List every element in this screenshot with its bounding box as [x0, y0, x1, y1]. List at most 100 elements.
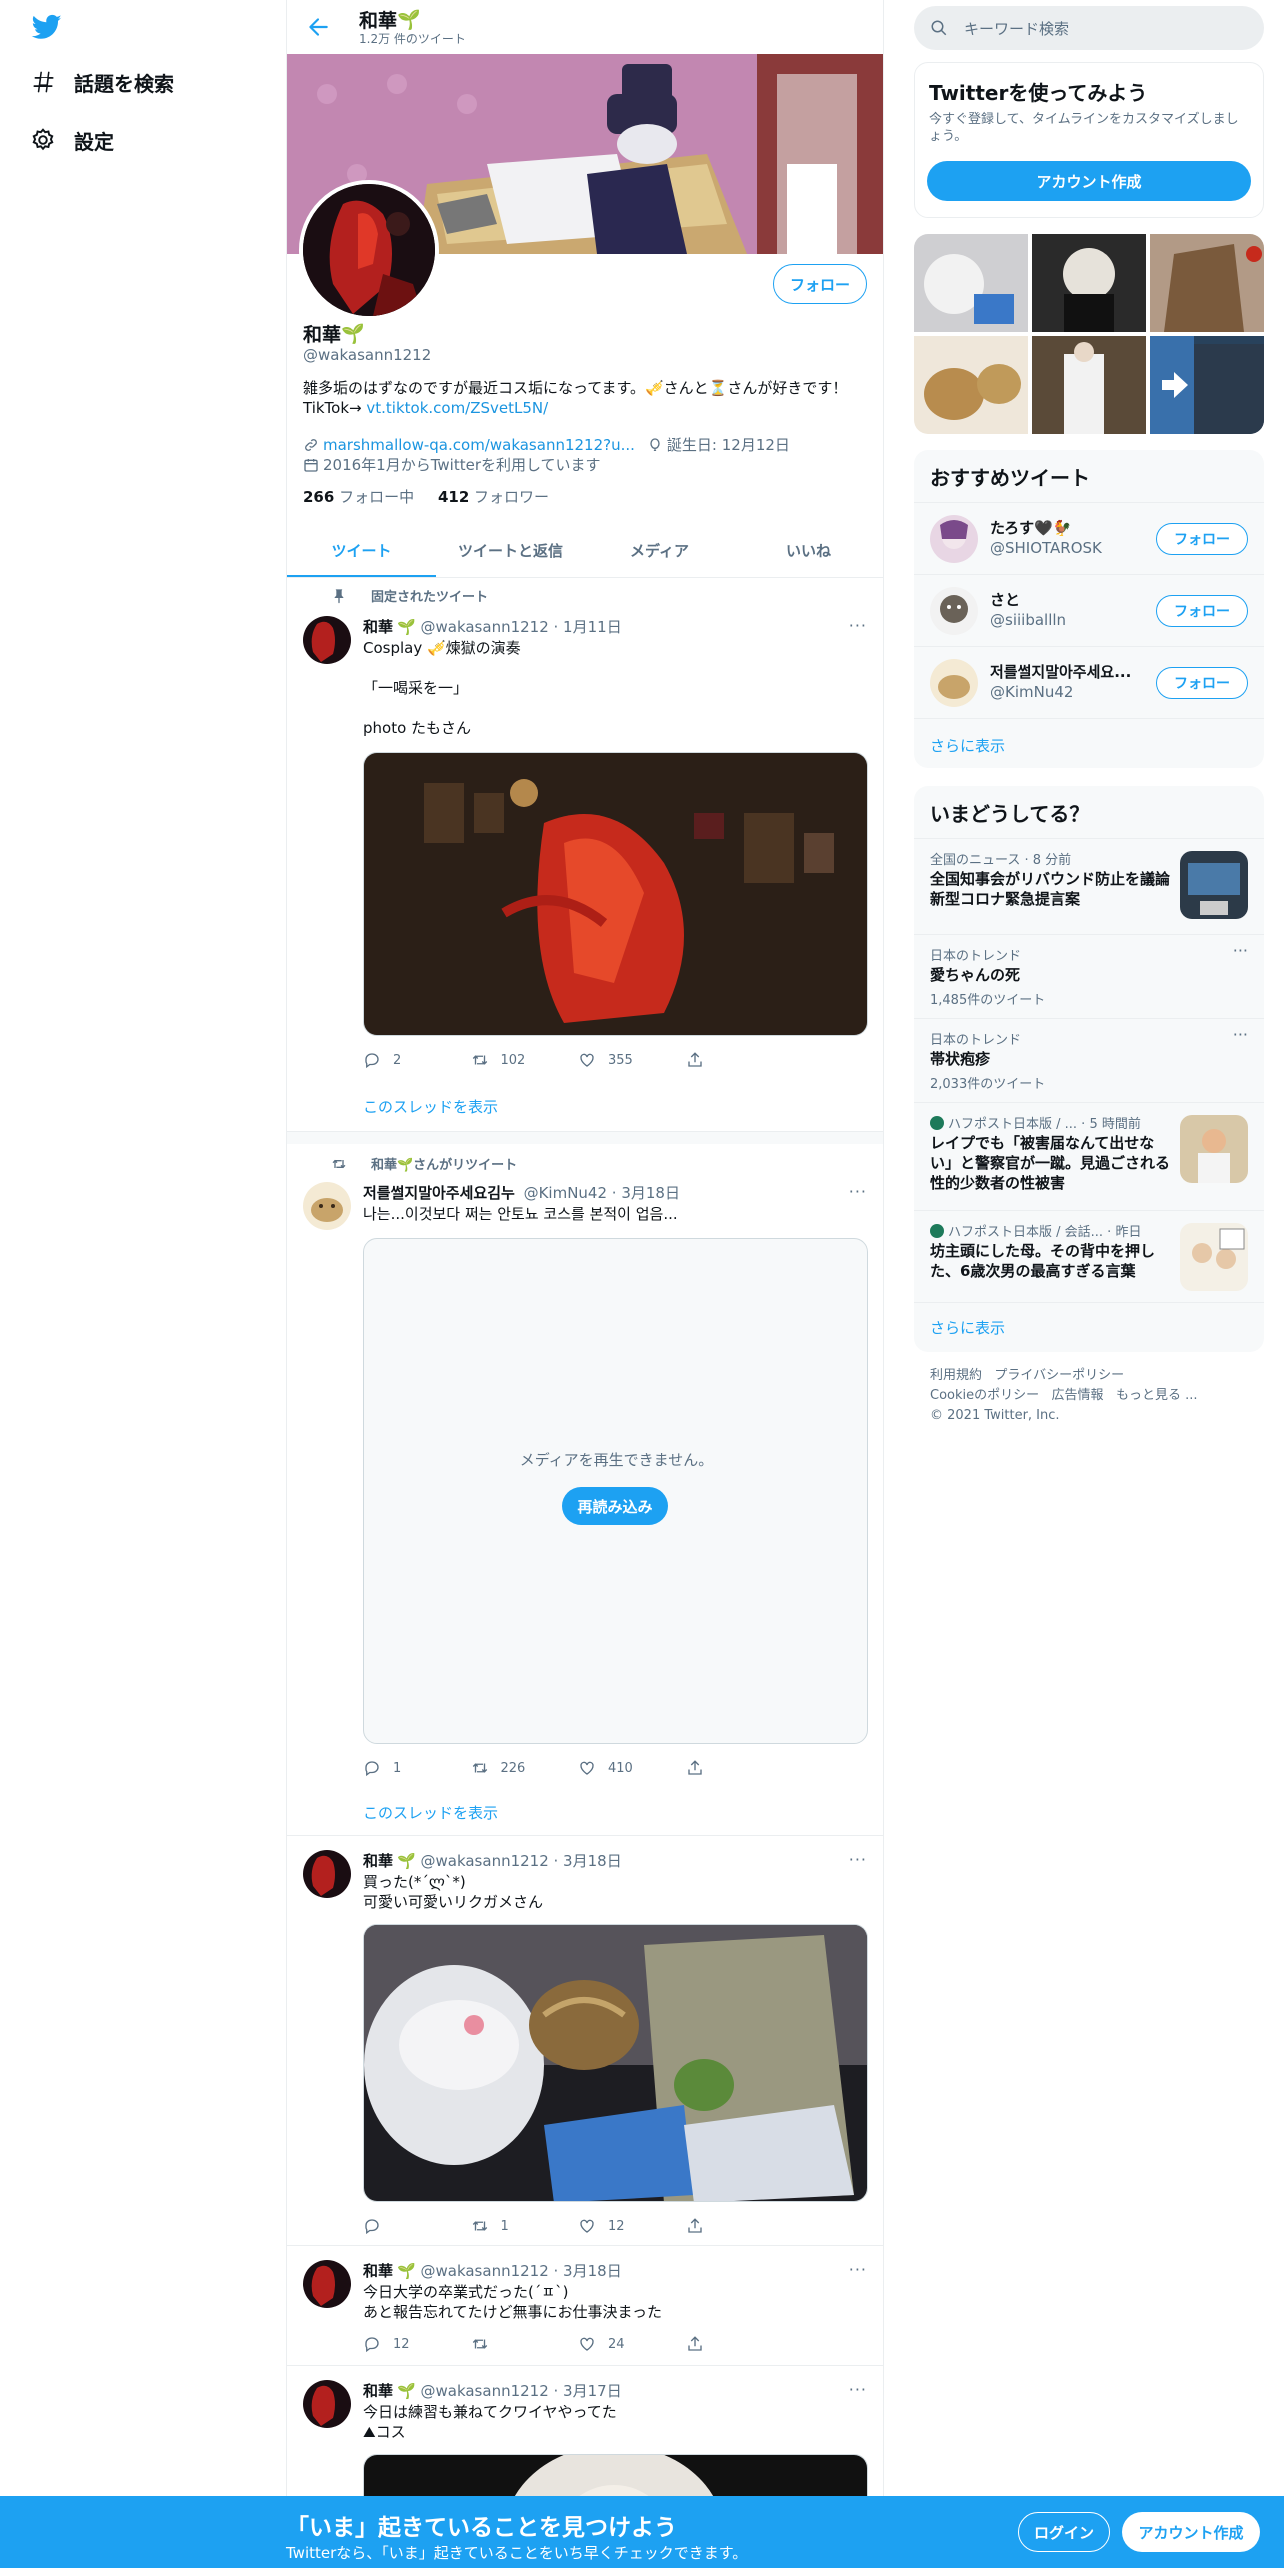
followers-stat[interactable]: 412 フォロワー — [438, 488, 549, 506]
tab-media[interactable]: メディア — [585, 524, 734, 577]
reply-button[interactable]: 12 — [363, 2334, 471, 2354]
share-button[interactable] — [686, 1758, 794, 1778]
show-thread-link[interactable]: このスレッドを表示 — [363, 1802, 498, 1823]
tweet-meta[interactable]: @KimNu42 · 3月18日 — [524, 1182, 680, 1203]
reply-button[interactable]: 2 — [363, 1050, 471, 1070]
avatar-image — [303, 1850, 351, 1898]
list-item[interactable]: たろす🖤🐓 @SHIOTAROSK フォロー — [914, 502, 1264, 574]
show-more-link[interactable]: さらに表示 — [930, 1317, 1005, 1338]
tweet-author-name[interactable]: 저를썰지말아주세요김누 — [363, 1182, 515, 1203]
tweet[interactable]: 和華🌱さんがリツイート 저를썰지말아주세요김누 @KimNu42 · 3月18日… — [287, 1144, 883, 1836]
reply-button[interactable]: 1 — [363, 1758, 471, 1778]
tweet[interactable]: 固定されたツイート 和華 🌱 @wakasann1212 · 1月11日 ··· … — [287, 578, 883, 1132]
tweet[interactable]: 和華 🌱 @wakasann1212 · 3月18日 ··· 今日大学の卒業式だっ… — [287, 2246, 883, 2366]
bio-tiktok-link[interactable]: vt.tiktok.com/ZSvetL5N/ — [366, 399, 548, 417]
tweet-text: 나는...이것보다 쩌는 안토뇨 코스를 본적이 업음... — [363, 1205, 678, 1223]
share-button[interactable] — [686, 1050, 794, 1070]
tweet-author-name[interactable]: 和華 — [363, 1850, 393, 1871]
tweet-author-name[interactable]: 和華 — [363, 616, 393, 637]
avatar[interactable] — [303, 1850, 351, 1898]
retweet-button[interactable]: 226 — [471, 1758, 579, 1778]
nav-explore[interactable]: 話題を検索 — [30, 62, 174, 102]
like-button[interactable]: 410 — [578, 1758, 686, 1778]
tweet-meta[interactable]: @wakasann1212 · 3月18日 — [420, 1850, 621, 1871]
trend-item[interactable]: ハフポスト日本版 / 会話... · 昨日 坊主頭にした母。その背中を押した、6… — [914, 1210, 1264, 1302]
follow-button[interactable]: フォロー — [1156, 667, 1248, 699]
footer-cookie-link[interactable]: Cookieのポリシー — [930, 1388, 1039, 1403]
trend-thumbnail — [1180, 851, 1248, 919]
tweet-author-name[interactable]: 和華 — [363, 2380, 393, 2401]
retweet-button[interactable]: 1 — [471, 2216, 579, 2236]
tweet-media[interactable] — [363, 2454, 868, 2496]
tab-tweets[interactable]: ツイート — [287, 524, 436, 577]
tweet[interactable]: 和華 🌱 @wakasann1212 · 3月18日 ··· 買った(*´ლ`*)… — [287, 1836, 883, 2246]
login-button[interactable]: ログイン — [1018, 2512, 1110, 2552]
reply-button[interactable] — [363, 2216, 471, 2236]
avatar[interactable] — [303, 2260, 351, 2308]
search-input[interactable]: キーワード検索 — [914, 6, 1264, 50]
show-thread-link[interactable]: このスレッドを表示 — [363, 1096, 498, 1117]
avatar[interactable] — [930, 587, 978, 635]
footer-more-link[interactable]: もっと見る ... — [1116, 1388, 1198, 1403]
tweet-media[interactable] — [363, 1924, 868, 2202]
footer-terms-link[interactable]: 利用規約 — [930, 1368, 982, 1383]
more-options-icon[interactable]: ··· — [1233, 941, 1248, 960]
list-item[interactable]: 저를썰지말아주세요... @KimNu42 フォロー — [914, 646, 1264, 718]
profile-website-link[interactable]: marshmallow-qa.com/wakasann1212?u... — [323, 436, 635, 454]
calendar-icon — [304, 458, 318, 472]
tweet-meta[interactable]: @wakasann1212 · 1月11日 — [420, 616, 621, 637]
followers-count: 412 — [437, 488, 470, 506]
like-button[interactable]: 355 — [578, 1050, 686, 1070]
avatar[interactable] — [303, 1182, 351, 1230]
following-stat[interactable]: 266 フォロー中 — [303, 488, 414, 506]
signup-button[interactable]: アカウント作成 — [1122, 2512, 1260, 2552]
show-more-row[interactable]: さらに表示 — [914, 1302, 1264, 1352]
tab-tweets-and-replies[interactable]: ツイートと返信 — [436, 524, 585, 577]
follow-button[interactable]: フォロー — [1156, 595, 1248, 627]
more-options-icon[interactable]: ··· — [849, 1850, 867, 1869]
avatar[interactable] — [303, 2380, 351, 2428]
more-options-icon[interactable]: ··· — [849, 616, 867, 635]
create-account-button[interactable]: アカウント作成 — [927, 161, 1251, 201]
retweet-button[interactable]: 102 — [471, 1050, 579, 1070]
trend-item[interactable]: ハフポスト日本版 / ... · 5 時間前 レイプでも「被害届なんて出せない」… — [914, 1102, 1264, 1210]
avatar-image — [930, 659, 978, 707]
list-item[interactable]: さと @siiiballln フォロー — [914, 574, 1264, 646]
more-options-icon[interactable]: ··· — [849, 1182, 867, 1201]
more-options-icon[interactable]: ··· — [849, 2260, 867, 2279]
tweet-meta[interactable]: @wakasann1212 · 3月18日 — [420, 2260, 621, 2281]
footer-privacy-link[interactable]: プライバシーポリシー — [994, 1368, 1124, 1383]
tweet-media[interactable] — [363, 752, 868, 1036]
share-button[interactable] — [686, 2334, 794, 2354]
trend-item[interactable]: 日本のトレンド 帯状疱疹 2,033件のツイート ··· — [914, 1018, 1264, 1102]
show-more-row[interactable]: さらに表示 — [914, 718, 1264, 768]
show-more-link[interactable]: さらに表示 — [930, 735, 1005, 756]
tweet[interactable]: 和華 🌱 @wakasann1212 · 3月17日 ··· 今日は練習も兼ねてク… — [287, 2366, 883, 2496]
signup-card-subtitle: 今すぐ登録して、タイムラインをカスタマイズしましょう。 — [929, 112, 1239, 144]
media-grid-photos[interactable] — [914, 234, 1264, 434]
trend-item[interactable]: 全国のニュース · 8 分前 全国知事会がリバウンド防止を議論 新型コロナ緊急提… — [914, 838, 1264, 934]
avatar[interactable] — [303, 616, 351, 664]
nav-settings[interactable]: 設定 — [30, 120, 114, 160]
follow-button[interactable]: フォロー — [1156, 523, 1248, 555]
retweet-button[interactable] — [471, 2334, 579, 2354]
tweet-text: 買った(*´ლ`*) 可愛い可愛いリクガメさん — [363, 1873, 544, 1911]
footer-ads-link[interactable]: 広告情報 — [1052, 1388, 1104, 1403]
reload-button[interactable]: 再読み込み — [562, 1487, 668, 1525]
twitter-logo-icon[interactable] — [30, 12, 64, 42]
back-arrow-icon[interactable] — [305, 14, 331, 40]
trend-thumbnail — [1180, 1115, 1248, 1183]
share-button[interactable] — [686, 2216, 794, 2236]
tweet-meta[interactable]: @wakasann1212 · 3月17日 — [420, 2380, 621, 2401]
avatar[interactable] — [930, 515, 978, 563]
like-button[interactable]: 12 — [578, 2216, 686, 2236]
tweet-author-name[interactable]: 和華 — [363, 2260, 393, 2281]
more-options-icon[interactable]: ··· — [1233, 1025, 1248, 1044]
avatar[interactable] — [930, 659, 978, 707]
profile-avatar[interactable] — [299, 180, 439, 320]
tab-likes[interactable]: いいね — [734, 524, 883, 577]
like-button[interactable]: 24 — [578, 2334, 686, 2354]
follow-button[interactable]: フォロー — [773, 264, 867, 304]
more-options-icon[interactable]: ··· — [849, 2380, 867, 2399]
trend-item[interactable]: 日本のトレンド 愛ちゃんの死 1,485件のツイート ··· — [914, 934, 1264, 1018]
